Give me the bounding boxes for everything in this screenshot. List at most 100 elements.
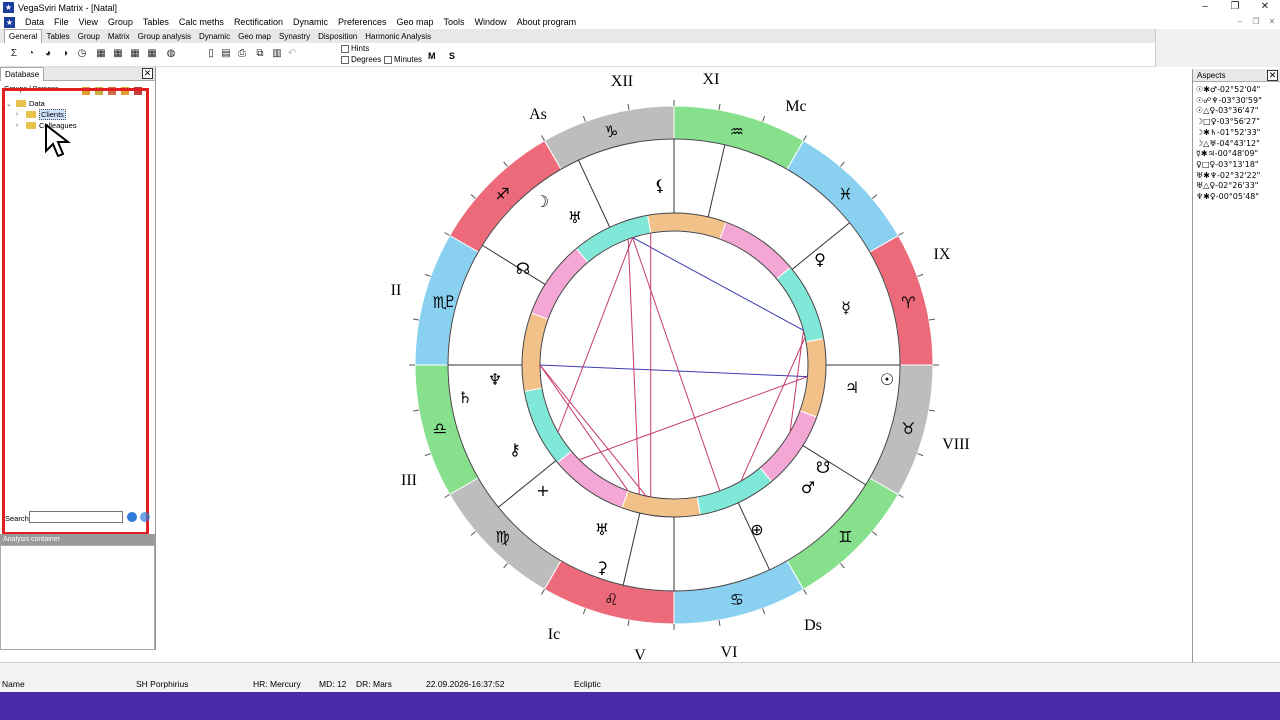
globe-icon[interactable]: ◍ bbox=[165, 48, 177, 60]
status-name: Name bbox=[2, 679, 25, 689]
s-button[interactable]: S bbox=[449, 51, 455, 61]
chart-export-icon[interactable]: ▥ bbox=[271, 48, 283, 60]
menu-preferences[interactable]: Preferences bbox=[333, 15, 392, 29]
tab-geo-map[interactable]: Geo map bbox=[234, 30, 275, 43]
aspects-panel: Aspects ✕ ☉✱♂-02°52'04" ☉☍♆-03°30'59" ☉△… bbox=[1192, 69, 1280, 662]
tab-group[interactable]: Group bbox=[74, 30, 104, 43]
tab-matrix[interactable]: Matrix bbox=[104, 30, 134, 43]
menu-file[interactable]: File bbox=[49, 15, 74, 29]
search-input[interactable] bbox=[29, 511, 123, 523]
chart-wheel-2-icon[interactable]: ◕ bbox=[42, 48, 54, 60]
planet-glyph: ♇ bbox=[443, 292, 457, 311]
menu-rectification[interactable]: Rectification bbox=[229, 15, 288, 29]
status-datetime: 22.09.2026-16:37:52 bbox=[426, 679, 505, 689]
aspect-row[interactable]: ☽□♀-03°56'27" bbox=[1193, 117, 1280, 128]
tab-disposition[interactable]: Disposition bbox=[314, 30, 361, 43]
menu-view[interactable]: View bbox=[74, 15, 103, 29]
chart-wheel-3-icon[interactable]: ◑ bbox=[59, 48, 71, 60]
grid-4-icon[interactable]: ▦ bbox=[146, 48, 158, 60]
aspect-row[interactable]: ☽△♅-04°43'12" bbox=[1193, 139, 1280, 150]
degree-tick bbox=[928, 409, 936, 412]
aspect-row[interactable]: ♅✱♆-02°32'22" bbox=[1193, 171, 1280, 182]
menu-about[interactable]: About program bbox=[512, 15, 582, 29]
close-icon[interactable]: ✕ bbox=[1250, 0, 1280, 15]
search-go-icon[interactable] bbox=[127, 512, 137, 522]
degree-tick bbox=[503, 161, 508, 167]
menu-calc-meths[interactable]: Calc meths bbox=[174, 15, 229, 29]
degree-tick bbox=[917, 453, 924, 457]
status-hr: HR: Mercury bbox=[253, 679, 301, 689]
menu-bar: ★ Data File View Group Tables Calc meths… bbox=[0, 15, 1280, 29]
toolbar-filler bbox=[1155, 29, 1280, 67]
tab-harmonic-analysis[interactable]: Harmonic Analysis bbox=[361, 30, 435, 43]
degree-tick bbox=[872, 194, 878, 199]
aspect-row[interactable]: ☽✱♄-01°52'33" bbox=[1193, 128, 1280, 139]
menu-tools[interactable]: Tools bbox=[439, 15, 470, 29]
degree-tick bbox=[541, 135, 545, 141]
chart-wheel-icon[interactable]: ◔ bbox=[25, 48, 37, 60]
mdi-restore-icon[interactable]: ❐ bbox=[1248, 15, 1264, 29]
app-menu-icon[interactable]: ★ bbox=[4, 16, 15, 28]
menu-tables[interactable]: Tables bbox=[138, 15, 174, 29]
search-options-icon[interactable] bbox=[140, 512, 150, 522]
degree-tick bbox=[503, 563, 508, 569]
menu-group[interactable]: Group bbox=[103, 15, 138, 29]
house-cusp-line bbox=[622, 512, 641, 586]
maximize-icon[interactable]: ❐ bbox=[1220, 0, 1250, 15]
planet-glyph: ♂ bbox=[801, 478, 815, 497]
analysis-container bbox=[0, 545, 155, 650]
minimize-icon[interactable]: – bbox=[1190, 0, 1220, 15]
menu-geo-map[interactable]: Geo map bbox=[392, 15, 439, 29]
zodiac-sign-glyph: ♒ bbox=[730, 122, 744, 141]
aspect-row[interactable]: ♅△♀-02°26'33" bbox=[1193, 181, 1280, 192]
hints-checkbox[interactable]: Hints bbox=[341, 44, 369, 53]
aspect-row[interactable]: ☿✱♃-00°48'09" bbox=[1193, 149, 1280, 160]
database-tab[interactable]: Database bbox=[0, 66, 45, 81]
degrees-checkbox[interactable]: Degrees bbox=[341, 55, 381, 64]
natal-chart-area: ♑ ♐ ♏ ♎ ♍ ♌ ♋ ♊ ♉ ♈ ♓ ♒ XII XI IX VIII VI V III II As Mc Ds Ic ⚸… bbox=[157, 67, 1192, 664]
aspect-row[interactable]: ☉△♀-03°36'47" bbox=[1193, 106, 1280, 117]
open-document-icon[interactable]: ▤ bbox=[220, 48, 232, 60]
new-document-icon[interactable]: ▯ bbox=[205, 48, 217, 60]
degree-tick bbox=[872, 531, 878, 536]
zodiac-sign-glyph: ♊ bbox=[838, 527, 852, 546]
clock-icon[interactable]: ◷ bbox=[76, 48, 88, 60]
database-close-icon[interactable]: ✕ bbox=[142, 68, 153, 79]
degrees-label: Degrees bbox=[351, 55, 382, 64]
zodiac-sign-glyph: ♉ bbox=[901, 419, 915, 438]
house-numeral: II bbox=[391, 282, 402, 299]
degree-tick bbox=[412, 409, 420, 412]
print-icon[interactable]: ⎙ bbox=[236, 48, 248, 60]
mdi-close-icon[interactable]: ✕ bbox=[1264, 15, 1280, 29]
tab-tables[interactable]: Tables bbox=[42, 30, 73, 43]
angle-label: As bbox=[529, 106, 547, 123]
aspect-row[interactable]: ♆✱♀-00°05'48" bbox=[1193, 192, 1280, 203]
degree-tick bbox=[898, 232, 904, 236]
degree-tick bbox=[444, 494, 450, 498]
ribbon-tabs: General Tables Group Matrix Group analys… bbox=[0, 29, 1155, 43]
aspect-row[interactable]: ☉✱♂-02°52'04" bbox=[1193, 85, 1280, 96]
house-cusp-line bbox=[578, 159, 611, 228]
mdi-minimize-icon[interactable]: – bbox=[1232, 15, 1248, 29]
natal-chart-wheel[interactable]: ♑♐♏♎♍♌ ♋♊♉♈♓♒XII XIIXVIIIVIVIIIIIAs McDsIc⚸… bbox=[157, 67, 1192, 664]
tab-dynamic[interactable]: Dynamic bbox=[195, 30, 234, 43]
menu-window[interactable]: Window bbox=[470, 15, 512, 29]
grid-icon[interactable]: ▦ bbox=[95, 48, 107, 60]
grid-2-icon[interactable]: ▦ bbox=[112, 48, 124, 60]
angle-label: Mc bbox=[785, 98, 806, 115]
grid-3-icon[interactable]: ▦ bbox=[129, 48, 141, 60]
minutes-checkbox[interactable]: Minutes bbox=[384, 55, 422, 64]
tab-group-analysis[interactable]: Group analysis bbox=[134, 30, 195, 43]
undo-icon[interactable]: ↶ bbox=[286, 48, 298, 60]
menu-dynamic[interactable]: Dynamic bbox=[288, 15, 333, 29]
copy-icon[interactable]: ⧉ bbox=[254, 48, 266, 60]
menu-data[interactable]: Data bbox=[20, 15, 49, 29]
tab-synastry[interactable]: Synastry bbox=[275, 30, 314, 43]
m-button[interactable]: M bbox=[428, 51, 436, 61]
tab-general[interactable]: General bbox=[4, 29, 43, 43]
aspect-row[interactable]: ☉☍♆-03°30'59" bbox=[1193, 96, 1280, 107]
aspect-row[interactable]: ♀□♀-03°13'18" bbox=[1193, 160, 1280, 171]
sigma-icon[interactable]: Σ bbox=[8, 48, 20, 60]
status-coordinates: Ecliptic bbox=[574, 679, 601, 689]
aspects-close-icon[interactable]: ✕ bbox=[1267, 69, 1278, 81]
